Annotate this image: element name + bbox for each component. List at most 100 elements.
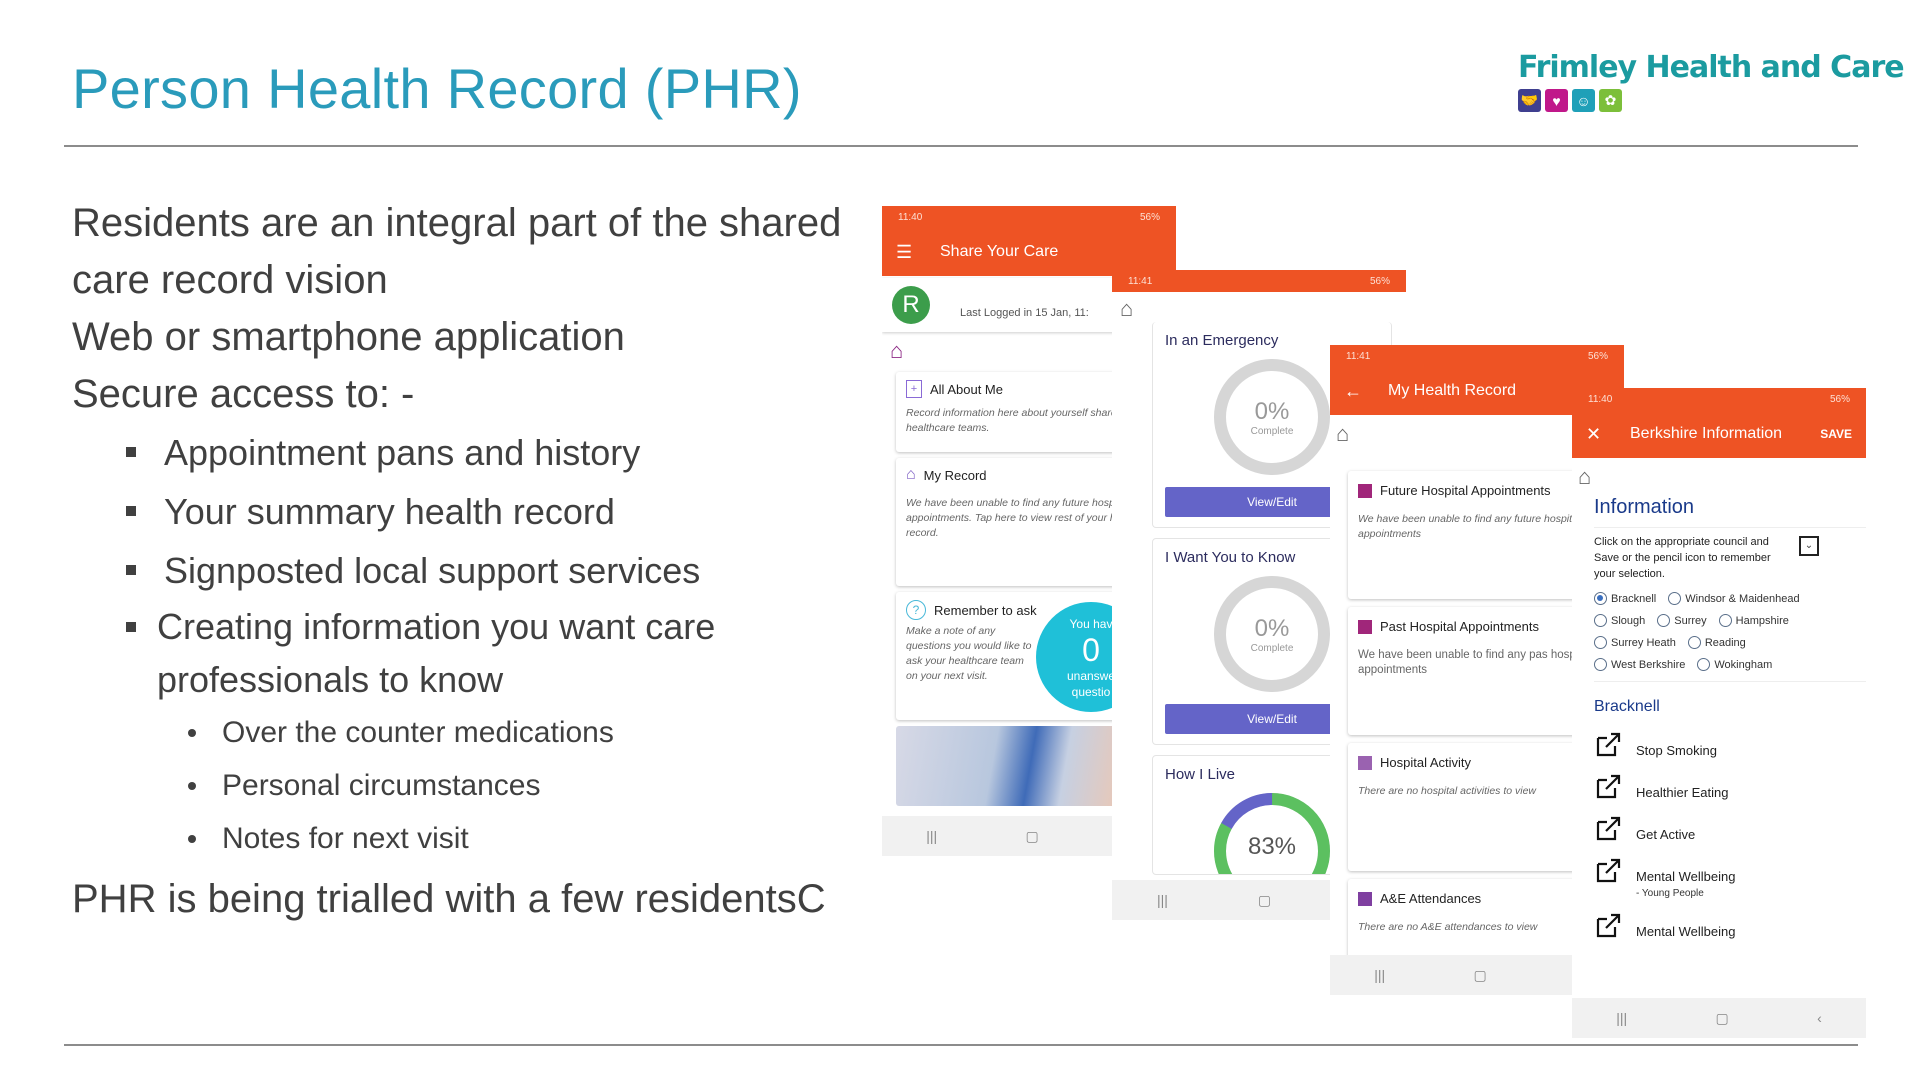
link-label: Healthier Eating [1636, 785, 1729, 800]
ring-percent: 83% [1247, 833, 1297, 860]
square-bullet-icon [126, 622, 136, 632]
section-title: Bracknell [1594, 681, 1866, 716]
council-radio[interactable]: Wokingham [1697, 658, 1772, 671]
council-radio-group: Bracknell Windsor & Maidenhead Slough Surre… [1594, 592, 1866, 671]
radio-circle-icon[interactable] [1687, 636, 1701, 649]
radio-label: West Berkshire [1611, 658, 1686, 671]
progress-ring: 0% Complete [1212, 357, 1332, 477]
service-link[interactable]: Healthier Eating [1594, 772, 1866, 800]
hamburger-menu-icon[interactable]: ☰ [896, 242, 924, 263]
radio-circle-icon[interactable] [1697, 658, 1711, 671]
app-title: Share Your Care [940, 243, 1059, 260]
bottom-divider [64, 1044, 1858, 1046]
square-bullet-icon [126, 447, 136, 457]
external-link-icon [1596, 858, 1621, 883]
council-radio[interactable]: Surrey [1657, 614, 1707, 627]
council-radio[interactable]: Surrey Heath [1594, 636, 1676, 649]
last-logged-label: Last Logged in [960, 307, 1036, 319]
council-radio[interactable]: West Berkshire [1594, 658, 1685, 671]
radio-circle-icon[interactable] [1668, 592, 1682, 605]
ring-percent: 0% [1254, 397, 1290, 425]
radio-circle-icon[interactable] [1594, 614, 1607, 627]
radio-label: Slough [1611, 614, 1646, 627]
home-button[interactable]: ▢ [1258, 892, 1271, 909]
council-radio[interactable]: Hampshire [1718, 614, 1789, 627]
category-swatch-icon [1358, 619, 1372, 634]
sub-bullet-item: Over the counter medications [72, 706, 872, 759]
dot-bullet-icon [188, 729, 196, 737]
radio-circle-icon[interactable] [1594, 636, 1607, 649]
info-heading: Information [1594, 496, 1866, 528]
avatar[interactable]: R [892, 286, 930, 324]
bullet-text: Creating information you want care profe… [157, 606, 716, 700]
slide-body: Residents are an integral part of the sh… [72, 195, 872, 928]
external-link-icon [1596, 732, 1621, 757]
council-radio[interactable]: Slough [1594, 614, 1645, 627]
card-desc: Make a note of any questions you would l… [906, 625, 1032, 682]
handshake-icon: 🤝 [1518, 89, 1541, 112]
radio-label: Surrey [1674, 614, 1707, 627]
radio-circle-icon[interactable] [1594, 592, 1607, 605]
home-button[interactable]: ▢ [1474, 967, 1487, 984]
recents-button[interactable]: ||| [1616, 1010, 1627, 1026]
council-radio[interactable]: Reading [1687, 636, 1746, 649]
card-desc: There are no hospital activities to view [1358, 785, 1537, 797]
status-bar: 11:40 56% [882, 206, 1176, 228]
paragraph: Residents are an integral part of the sh… [72, 201, 842, 302]
link-label: Mental Wellbeing [1636, 924, 1736, 939]
card-title: My Record [923, 467, 987, 483]
question-bubble-icon: ? [906, 600, 926, 620]
notebook-plus-icon: + [906, 380, 922, 398]
sub-bullet-text: Personal circumstances [222, 769, 541, 802]
record-card[interactable]: Past Hospital Appointments We have been … [1348, 607, 1608, 735]
recents-button[interactable]: ||| [1157, 892, 1168, 908]
service-link[interactable]: Stop Smoking [1594, 730, 1866, 758]
category-swatch-icon [1358, 483, 1372, 498]
paragraph: Web or smartphone application [72, 315, 625, 359]
frimley-logo: Frimley Health and Care 🤝 ♥ ☺ ✿ [1518, 50, 1905, 112]
category-swatch-icon [1358, 891, 1372, 906]
record-card[interactable]: Future Hospital Appointments We have bee… [1348, 471, 1608, 599]
pencil-toggle-icon[interactable]: ⌄ [1799, 536, 1819, 556]
service-link[interactable]: Mental Wellbeing [1594, 911, 1866, 939]
recents-button[interactable]: ||| [1374, 967, 1385, 983]
ring-percent: 0% [1254, 614, 1290, 642]
sub-bullet-text: Notes for next visit [222, 822, 469, 855]
radio-circle-icon[interactable] [1718, 614, 1732, 627]
radio-label: Reading [1704, 636, 1746, 649]
bullet-text: Signposted local support services [164, 550, 701, 591]
home-button[interactable]: ▢ [1026, 828, 1039, 845]
bullet-item: Appointment pans and history [72, 423, 872, 482]
home-icon[interactable]: ⌂ [1112, 292, 1406, 322]
external-link-icon [1596, 913, 1621, 938]
link-label: Stop Smoking [1636, 743, 1717, 758]
card-desc: We have been unable to find any future h… [1358, 513, 1581, 540]
logo-text: Frimley Health and Care [1518, 50, 1905, 85]
back-button[interactable]: ‹ [1817, 1010, 1822, 1026]
close-icon[interactable]: ✕ [1586, 424, 1614, 445]
card-title: All About Me [930, 381, 1003, 397]
record-card[interactable]: Hospital Activity There are no hospital … [1348, 743, 1608, 871]
status-battery: 56% [1139, 211, 1160, 223]
radio-label: Bracknell [1611, 592, 1657, 605]
status-battery: 56% [1587, 350, 1608, 362]
slide-title: Person Health Record (PHR) [72, 57, 802, 120]
radio-row: West Berkshire Wokingham [1594, 658, 1866, 671]
recents-button[interactable]: ||| [926, 828, 937, 844]
home-icon[interactable]: ⌂ [1572, 458, 1866, 496]
council-radio[interactable]: Windsor & Maidenhead [1668, 592, 1800, 605]
service-link[interactable]: Get Active [1594, 814, 1866, 842]
home-button[interactable]: ▢ [1716, 1010, 1729, 1027]
service-link[interactable]: Mental Wellbeing - Young People [1594, 856, 1866, 899]
instructions: Click on the appropriate council and Sav… [1594, 536, 1771, 580]
radio-row: Slough Surrey Hampshire [1594, 614, 1866, 627]
service-link-list: Stop Smoking Healthier Eating Get Active Me… [1594, 730, 1866, 939]
back-arrow-icon[interactable]: ← [1344, 381, 1372, 402]
bullet-text: Your summary health record [164, 491, 615, 532]
link-label: Mental Wellbeing [1636, 869, 1736, 884]
council-radio[interactable]: Bracknell [1594, 592, 1656, 605]
radio-circle-icon[interactable] [1594, 658, 1607, 671]
external-link-icon [1596, 774, 1621, 799]
save-button[interactable]: SAVE [1820, 427, 1852, 441]
radio-circle-icon[interactable] [1657, 614, 1671, 627]
